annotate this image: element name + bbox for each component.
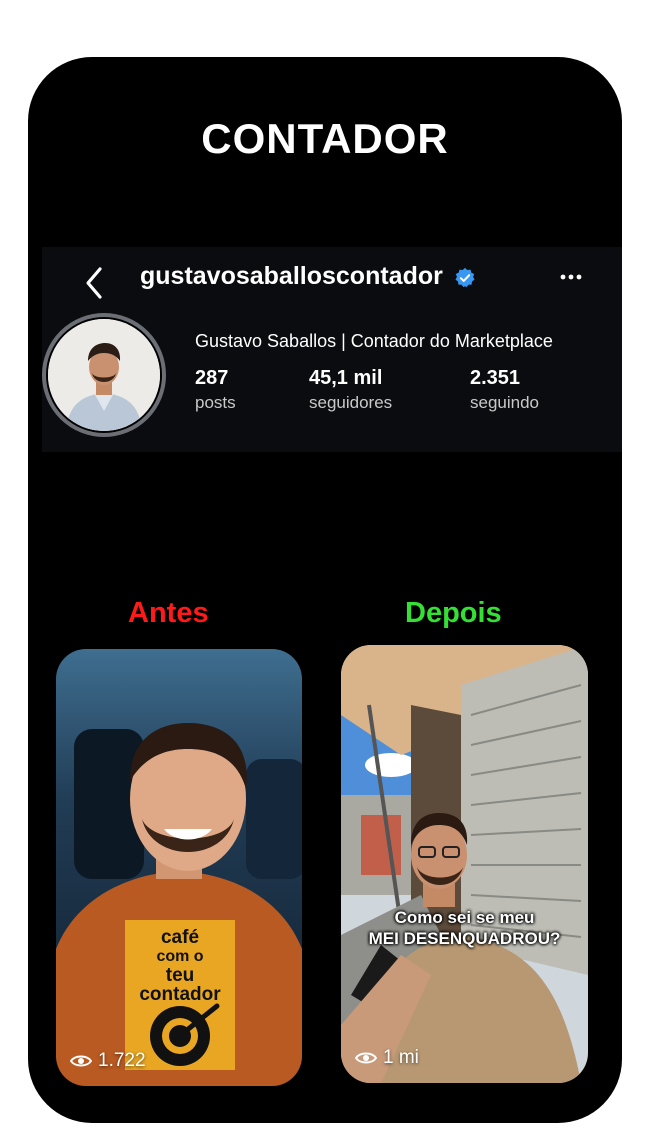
video-frame-street	[341, 645, 588, 1083]
eye-icon	[70, 1055, 92, 1067]
stat-label: seguidores	[309, 393, 393, 412]
verified-badge-icon	[455, 267, 475, 288]
stat-followers[interactable]: 45,1 mil seguidores	[309, 367, 392, 413]
view-count-value: 1 mi	[383, 1047, 419, 1068]
after-label: Depois	[405, 597, 502, 629]
stat-label: posts	[195, 393, 236, 412]
stat-label: seguindo	[470, 393, 540, 412]
caption-line: Como sei se meu	[394, 908, 535, 927]
coffee-badge-text: café com o teu contador	[125, 928, 235, 1004]
headline: CONTADOR	[201, 115, 449, 162]
stat-value: 45,1 mil	[309, 367, 383, 389]
view-count: 1.722	[70, 1050, 146, 1072]
stat-value: 2.351	[470, 367, 521, 389]
coffee-badge: café com o teu contador	[125, 920, 235, 1070]
eye-icon	[355, 1052, 377, 1064]
back-arrow-icon[interactable]	[76, 263, 116, 303]
display-name: Gustavo Saballos | Contador do Marketpla…	[195, 331, 553, 351]
view-count: 1 mi	[355, 1047, 419, 1069]
profile-header: gustavosaballoscontador Gustavo Saballos…	[42, 247, 622, 452]
stat-value: 287	[195, 367, 229, 389]
avatar[interactable]	[42, 313, 166, 437]
stat-posts[interactable]: 287 posts	[195, 367, 236, 413]
video-caption: Como sei se meu MEI DESENQUADROU?	[341, 907, 588, 949]
caption-line: MEI DESENQUADROU?	[368, 929, 561, 948]
phone-frame: CONTADOR gustavosaballoscontador Gustavo…	[28, 57, 622, 1123]
view-count-value: 1.722	[98, 1050, 146, 1071]
stat-following[interactable]: 2.351 seguindo	[470, 367, 539, 413]
more-options-icon[interactable]	[555, 265, 587, 289]
badge-line: com o	[156, 948, 204, 965]
video-thumbnail-after[interactable]: Como sei se meu MEI DESENQUADROU? 1 mi	[341, 645, 588, 1083]
badge-line: café	[160, 927, 200, 948]
username: gustavosaballoscontador	[140, 262, 443, 290]
video-thumbnail-before[interactable]: café com o teu contador 1.722	[56, 649, 302, 1086]
before-label: Antes	[128, 597, 209, 629]
badge-line: teu	[165, 965, 195, 986]
